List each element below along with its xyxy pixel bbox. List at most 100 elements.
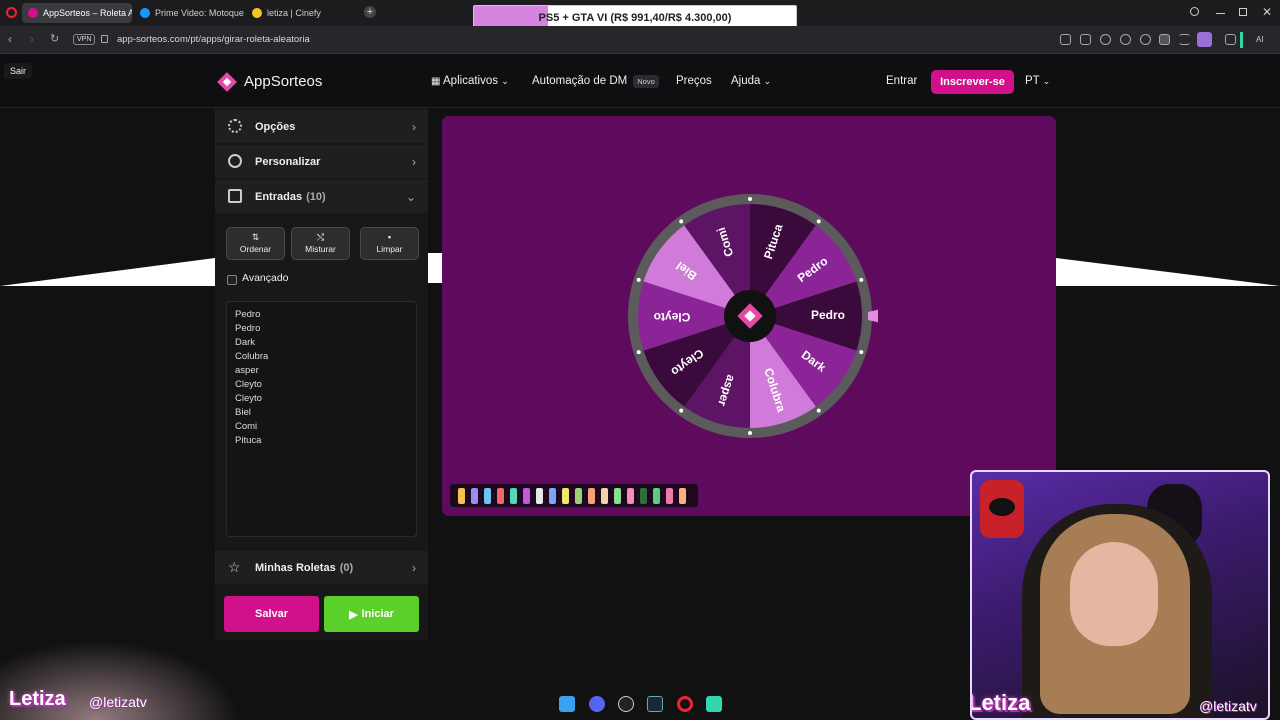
discord-icon[interactable] (589, 696, 605, 712)
start-button[interactable]: ▶ Iniciar (324, 596, 419, 632)
trash-icon: ▪ (387, 232, 392, 242)
my-wheels-label: Minhas Roletas (0) (255, 562, 353, 574)
close-window-icon[interactable]: ✕ (1262, 5, 1272, 19)
chevron-right-icon: › (412, 119, 416, 134)
entries-title: Entradas (255, 190, 303, 203)
steam-icon[interactable] (647, 696, 663, 712)
heart-icon[interactable] (1140, 34, 1151, 45)
shield-icon[interactable] (1100, 34, 1111, 45)
opera-icon[interactable] (677, 696, 693, 712)
palette-swatch[interactable] (523, 488, 530, 504)
entries-section[interactable]: Entradas (10) ⌄ (215, 180, 428, 213)
logo-text[interactable]: AppSorteos (244, 73, 322, 90)
entry-line: Pituca (235, 435, 262, 446)
search-tabs-icon[interactable] (1190, 7, 1199, 16)
customize-section[interactable]: Personalizar › (215, 145, 428, 178)
entry-line: Dark (235, 337, 256, 348)
palette-swatch[interactable] (458, 488, 465, 504)
wheel-slice-label: Cleyto (654, 310, 691, 324)
maximize-icon[interactable] (1239, 8, 1247, 16)
palette-swatch[interactable] (471, 488, 478, 504)
reload-icon[interactable]: ↻ (50, 32, 59, 45)
palette-swatch[interactable] (627, 488, 634, 504)
palette-swatch[interactable] (497, 488, 504, 504)
nav-dm-automation[interactable]: Automação de DM Novo (532, 75, 659, 88)
menu-icon[interactable] (1179, 34, 1190, 45)
palette-swatch[interactable] (679, 488, 686, 504)
background-wave-right (1056, 258, 1280, 286)
palette-swatch[interactable] (549, 488, 556, 504)
appsorteos-logo-icon[interactable] (216, 71, 238, 93)
obs-icon[interactable] (618, 696, 634, 712)
customize-label: Personalizar (255, 155, 321, 168)
palette-swatch[interactable] (510, 488, 517, 504)
nav-dm-label: Automação de DM (532, 75, 628, 87)
aria-ai-button[interactable]: AI (1256, 35, 1264, 44)
language-selector[interactable]: PT ⌄ (1025, 75, 1050, 87)
signup-button[interactable]: Inscrever-se (931, 70, 1014, 94)
camera-icon[interactable] (1080, 34, 1091, 45)
options-section[interactable]: Opções › (215, 110, 428, 143)
login-link[interactable]: Entrar (886, 75, 917, 87)
nav-help[interactable]: Ajuda ⌄ (731, 75, 771, 87)
star-icon: ☆ (228, 559, 241, 575)
palette-swatch[interactable] (614, 488, 621, 504)
windows-icon[interactable] (559, 696, 575, 712)
entry-line: Cleyto (235, 379, 262, 390)
vpn-badge[interactable]: VPN (73, 34, 96, 45)
palette-swatch[interactable] (640, 488, 647, 504)
entry-line: Comi (235, 421, 258, 432)
chevron-down-icon: ⌄ (1042, 76, 1051, 86)
spin-wheel[interactable]: PedroDarkColubraasperCleytoCleytoBielCom… (622, 188, 878, 444)
entries-count: (10) (306, 190, 326, 203)
wheel-peg (859, 350, 864, 355)
palette-swatch[interactable] (484, 488, 491, 504)
play-icon[interactable] (1120, 34, 1131, 45)
palette-swatch[interactable] (575, 488, 582, 504)
minimize-icon[interactable] (1216, 13, 1225, 14)
back-icon[interactable]: ‹ (8, 32, 12, 46)
wheel-peg (636, 277, 641, 282)
opera-menu-icon[interactable] (6, 7, 17, 18)
save-button[interactable]: Salvar (224, 596, 319, 632)
download-icon[interactable] (1159, 34, 1170, 45)
palette-swatch[interactable] (601, 488, 608, 504)
extensions-icon[interactable] (1225, 34, 1236, 45)
tab-cinefy[interactable]: letiza | Cinefy (246, 3, 356, 23)
palette-swatch[interactable] (562, 488, 569, 504)
sort-button[interactable]: ⇅ Ordenar (226, 227, 285, 260)
background-wave-left (0, 258, 215, 286)
entry-line: Biel (235, 407, 251, 418)
my-wheels-count: (0) (339, 561, 354, 574)
url-field[interactable]: app-sorteos.com/pt/apps/girar-roleta-ale… (117, 34, 310, 45)
advanced-checkbox[interactable] (227, 275, 237, 285)
nav-apps[interactable]: ▦ Aplicativos ⌄ (431, 75, 509, 87)
palette-swatch[interactable] (588, 488, 595, 504)
palette-icon (228, 154, 242, 168)
wheel-peg (748, 197, 752, 201)
palette-swatch[interactable] (653, 488, 660, 504)
cinefy-favicon-icon (252, 8, 262, 18)
nav-prices[interactable]: Preços (676, 75, 712, 87)
new-tab-button[interactable]: + (364, 6, 376, 18)
appsorteos-favicon-icon (28, 8, 38, 18)
new-badge: Novo (633, 75, 659, 88)
palette-swatch[interactable] (666, 488, 673, 504)
profile-avatar-icon[interactable] (1197, 32, 1212, 47)
wheel-peg (859, 277, 864, 282)
tab-prime-video[interactable]: Prime Video: Motoqueiro (134, 3, 244, 23)
tab-appsorteos[interactable]: AppSorteos – Roleta Aleat (22, 3, 132, 23)
entry-line: Colubra (235, 351, 269, 362)
edit-icon[interactable] (1060, 34, 1071, 45)
forward-icon[interactable]: › (30, 32, 34, 46)
app-icon[interactable] (706, 696, 722, 712)
palette-swatch[interactable] (536, 488, 543, 504)
chevron-down-icon: ⌄ (405, 189, 416, 204)
shuffle-button[interactable]: ⤭ Misturar (291, 227, 350, 260)
wheel-peg (816, 408, 821, 413)
color-palette-strip[interactable] (450, 484, 698, 507)
clear-button[interactable]: ▪ Limpar (360, 227, 419, 260)
prime-video-favicon-icon (140, 8, 150, 18)
my-wheels-section[interactable]: ☆ Minhas Roletas (0) › (215, 551, 428, 584)
entries-textarea[interactable]: Pedro Pedro Dark Colubra asper Cleyto Cl… (226, 301, 417, 537)
